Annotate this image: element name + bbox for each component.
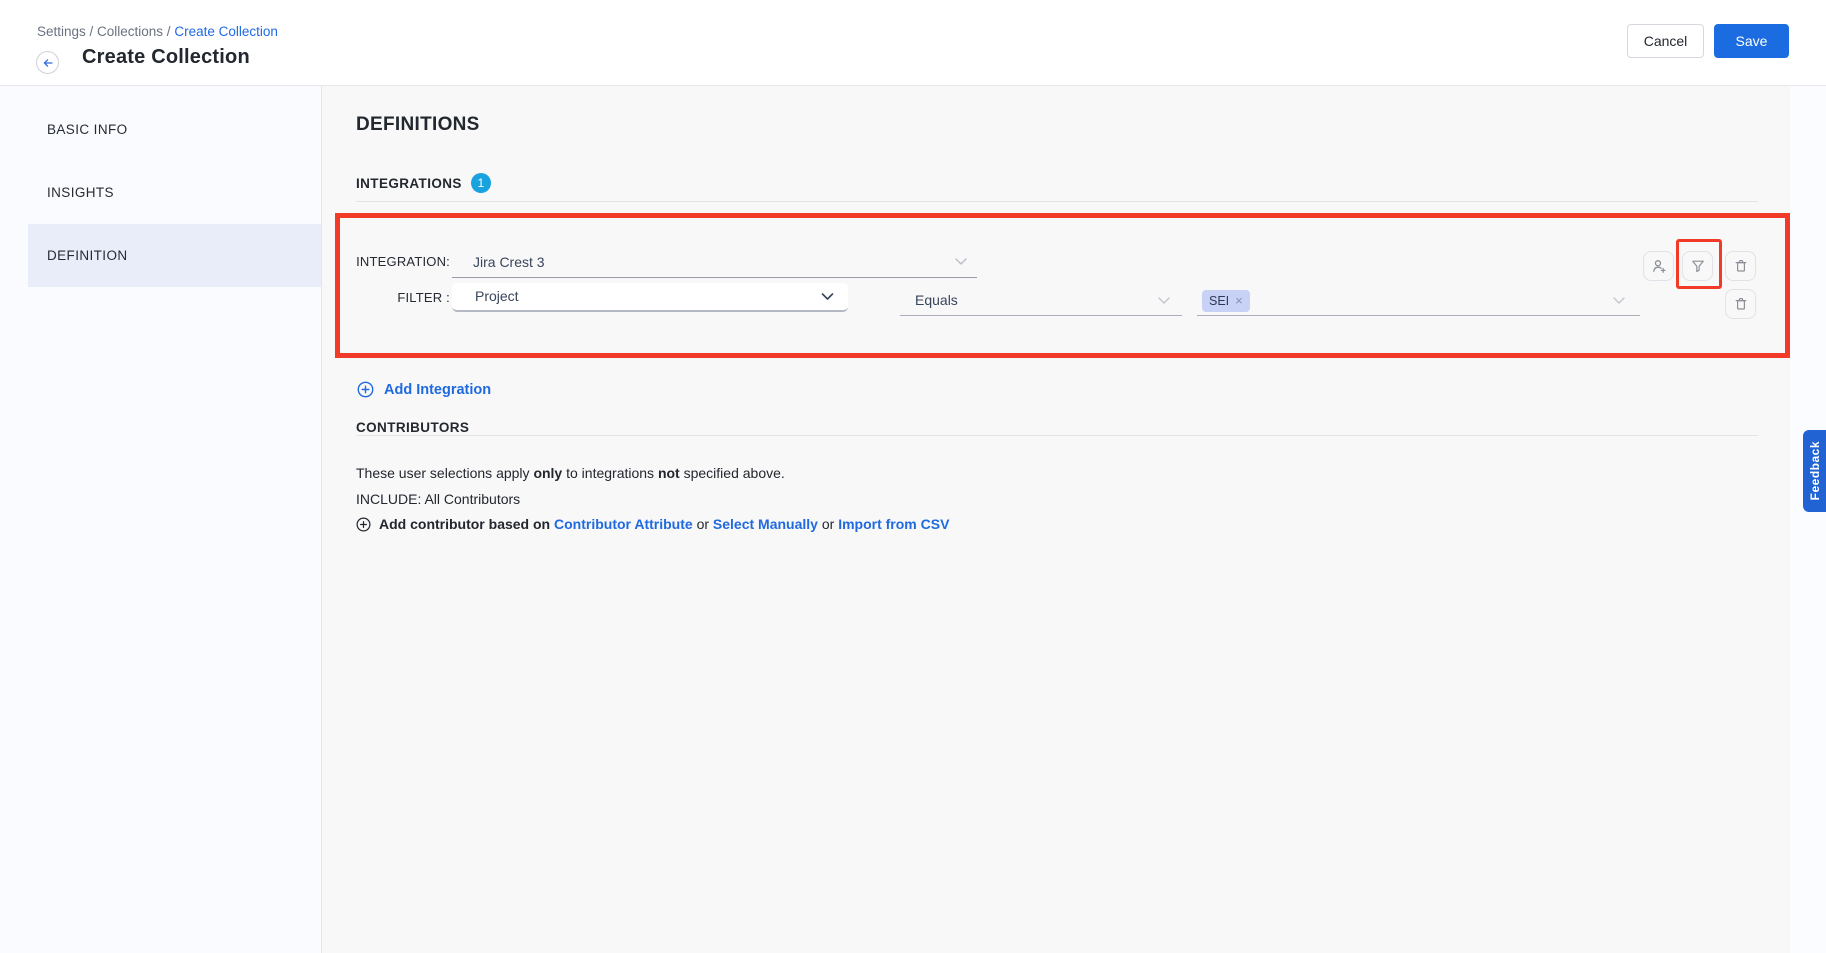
or-text: or bbox=[693, 516, 713, 532]
integration-select[interactable]: Jira Crest 3 bbox=[452, 247, 977, 278]
page-title: Create Collection bbox=[82, 46, 250, 69]
filter-value-chip: SEI × bbox=[1202, 290, 1250, 312]
breadcrumb-prefix[interactable]: Settings / Collections / bbox=[37, 24, 174, 39]
plus-circle-icon bbox=[356, 517, 371, 532]
note-bold-only: only bbox=[533, 465, 562, 481]
chevron-down-icon bbox=[1613, 297, 1625, 305]
import-from-csv-link[interactable]: Import from CSV bbox=[838, 516, 949, 532]
add-integration-label: Add Integration bbox=[384, 382, 491, 398]
or-text: or bbox=[818, 516, 838, 532]
add-contributor-text: Add contributor based on Contributor Att… bbox=[379, 516, 949, 532]
trash-icon bbox=[1733, 296, 1749, 312]
save-button[interactable]: Save bbox=[1714, 24, 1789, 58]
add-integration-link[interactable]: Add Integration bbox=[357, 381, 491, 398]
back-arrow-icon bbox=[41, 56, 55, 70]
filter-operator-select[interactable]: Equals bbox=[900, 286, 1182, 316]
page-header: Settings / Collections / Create Collecti… bbox=[0, 0, 1826, 86]
trash-icon bbox=[1733, 258, 1749, 274]
delete-filter-button[interactable] bbox=[1725, 289, 1756, 319]
include-summary: INCLUDE: All Contributors bbox=[356, 491, 520, 507]
integrations-section-header: INTEGRATIONS 1 bbox=[356, 173, 491, 193]
filter-values-multiselect[interactable]: SEI × bbox=[1197, 286, 1640, 316]
funnel-filter-icon bbox=[1690, 258, 1706, 274]
filter-operator-value: Equals bbox=[915, 292, 958, 308]
cancel-button[interactable]: Cancel bbox=[1627, 24, 1704, 58]
add-contributor-row: Add contributor based on Contributor Att… bbox=[356, 516, 949, 532]
definition-panel: DEFINITIONS INTEGRATIONS 1 INTEGRATION: … bbox=[322, 86, 1790, 953]
feedback-tab[interactable]: Feedback bbox=[1803, 430, 1826, 512]
sidebar-item-definition[interactable]: DEFINITION bbox=[28, 224, 321, 287]
integration-select-value: Jira Crest 3 bbox=[473, 254, 545, 270]
definitions-heading: DEFINITIONS bbox=[356, 114, 480, 136]
note-text: specified above. bbox=[680, 465, 785, 481]
filter-label: FILTER : bbox=[322, 290, 450, 305]
filter-button[interactable] bbox=[1682, 251, 1713, 281]
integrations-divider bbox=[356, 201, 1758, 202]
feedback-tab-label: Feedback bbox=[1808, 441, 1822, 500]
contributors-divider bbox=[356, 435, 1758, 436]
contributors-note: These user selections apply only to inte… bbox=[356, 465, 785, 481]
contributor-attribute-link[interactable]: Contributor Attribute bbox=[554, 516, 693, 532]
back-button[interactable] bbox=[36, 51, 59, 74]
filter-field-value: Project bbox=[475, 288, 519, 304]
settings-sidebar: BASIC INFO INSIGHTS DEFINITION bbox=[0, 86, 322, 953]
chip-remove-icon[interactable]: × bbox=[1235, 293, 1243, 308]
chip-label: SEI bbox=[1209, 294, 1229, 308]
chevron-down-icon bbox=[821, 293, 834, 301]
plus-circle-icon bbox=[357, 381, 374, 398]
select-manually-link[interactable]: Select Manually bbox=[713, 516, 818, 532]
integration-label: INTEGRATION: bbox=[322, 254, 450, 269]
create-collection-page: Settings / Collections / Create Collecti… bbox=[0, 0, 1826, 953]
breadcrumb: Settings / Collections / Create Collecti… bbox=[37, 24, 278, 39]
integrations-count-badge: 1 bbox=[471, 173, 491, 193]
note-text: These user selections apply bbox=[356, 465, 533, 481]
delete-integration-button[interactable] bbox=[1725, 251, 1756, 281]
filter-field-select[interactable]: Project bbox=[452, 283, 848, 312]
note-text: to integrations bbox=[562, 465, 658, 481]
note-bold-not: not bbox=[658, 465, 680, 481]
sidebar-item-insights[interactable]: INSIGHTS bbox=[28, 161, 321, 224]
contributors-heading: CONTRIBUTORS bbox=[356, 420, 469, 435]
add-user-button[interactable] bbox=[1643, 251, 1674, 281]
user-plus-icon bbox=[1651, 258, 1667, 274]
add-contributor-prefix: Add contributor based on bbox=[379, 516, 554, 532]
chevron-down-icon bbox=[1158, 297, 1170, 305]
breadcrumb-current: Create Collection bbox=[174, 24, 278, 39]
sidebar-item-basic-info[interactable]: BASIC INFO bbox=[28, 98, 321, 161]
chevron-down-icon bbox=[955, 258, 967, 266]
integrations-label: INTEGRATIONS bbox=[356, 176, 462, 191]
